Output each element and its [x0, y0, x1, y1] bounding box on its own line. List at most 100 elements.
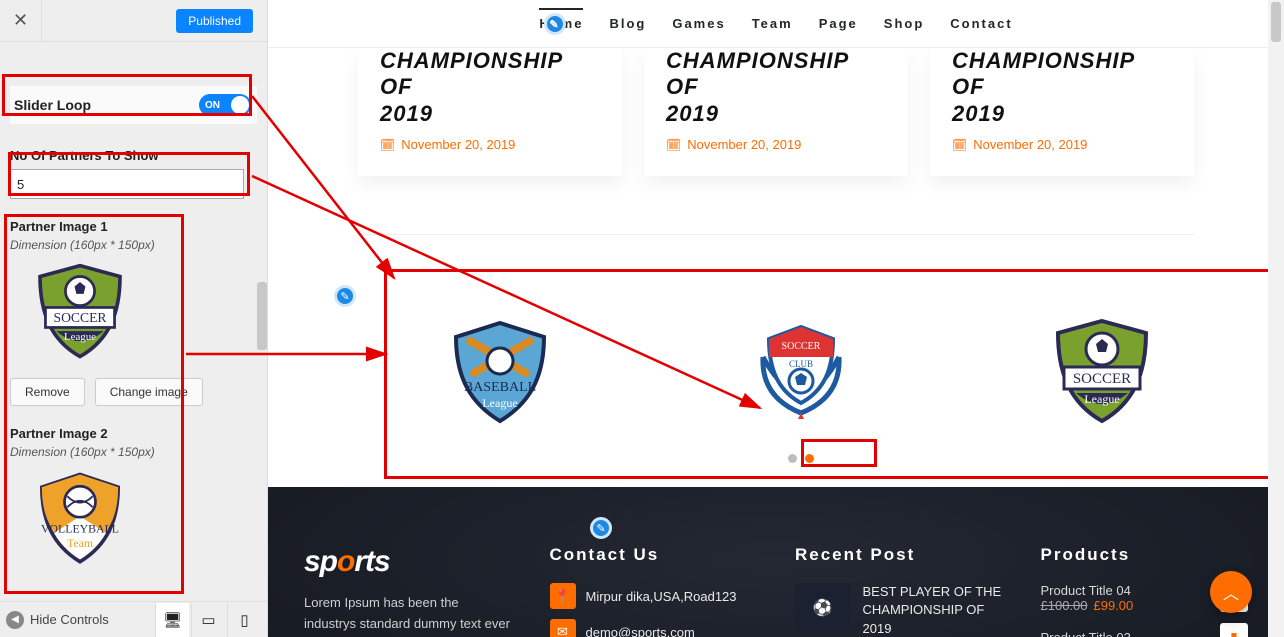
nav-team[interactable]: Team [752, 16, 793, 31]
footer-about-text: Lorem Ipsum has been the industrys stand… [304, 593, 512, 637]
news-cards-row: CHAMPIONSHIP OF2019 🗓November 20, 2019 C… [268, 48, 1284, 206]
slider-dot-1[interactable] [788, 454, 797, 463]
close-customizer-button[interactable]: ✕ [0, 0, 42, 42]
recent-post-thumb: ⚽ [795, 583, 851, 633]
card-title-1b: 2019 [380, 101, 433, 126]
partners-count-input[interactable] [10, 169, 244, 199]
svg-text:BASEBALL: BASEBALL [464, 380, 536, 395]
slider-loop-state: ON [205, 100, 220, 111]
close-icon: ✕ [13, 10, 28, 31]
partner-1-remove-button[interactable]: Remove [10, 378, 85, 406]
edit-footer-button[interactable]: ✎ [590, 517, 612, 539]
sidebar-topbar: ✕ Published [0, 0, 267, 42]
svg-text:SOCCER: SOCCER [782, 341, 821, 352]
partner-1-hint: Dimension (160px * 150px) [10, 238, 257, 252]
pencil-icon: ✎ [549, 18, 560, 31]
chevron-up-icon: ︿ [1223, 580, 1239, 604]
card-title-2b: 2019 [666, 101, 719, 126]
card-date-3: November 20, 2019 [973, 137, 1087, 152]
partner-1-block: Partner Image 1 Dimension (160px * 150px… [10, 219, 257, 406]
slider-loop-toggle[interactable]: ON [199, 94, 251, 116]
recent-post-item[interactable]: ⚽ BEST PLAYER OF THE CHAMPIONSHIP OF 201… [795, 583, 1003, 637]
annotation-box-dots [801, 439, 877, 467]
partner-1-label: Partner Image 1 [10, 219, 257, 234]
slider-loop-row: Slider Loop ON [10, 86, 257, 124]
svg-text:SOCCER: SOCCER [1072, 371, 1130, 387]
sidebar-footer: ◀ Hide Controls 🖥 ▭ ▯ [0, 601, 267, 637]
brand-part-c: rts [354, 545, 389, 578]
nav-page[interactable]: Page [819, 16, 858, 31]
card-title-3: CHAMPIONSHIP OF [952, 48, 1134, 99]
device-tablet-button[interactable]: ▭ [191, 603, 225, 637]
footer-address: 📍 Mirpur dika,USA,Road123 [550, 583, 758, 609]
mail-icon: ✉ [550, 619, 576, 637]
nav-blog[interactable]: Blog [609, 16, 646, 31]
footer-brand: sports [304, 545, 512, 579]
calendar-icon: 🗓 [666, 138, 681, 152]
partner-2-preview[interactable]: VOLLEYBALL Team [10, 459, 150, 579]
footer-recent: Recent Post ⚽ BEST PLAYER OF THE CHAMPIO… [795, 545, 1003, 637]
footer-email[interactable]: ✉ demo@sports.com [550, 619, 758, 637]
partner-2-hint: Dimension (160px * 150px) [10, 445, 257, 459]
card-date-1: November 20, 2019 [401, 137, 515, 152]
pencil-icon: ✎ [596, 522, 605, 535]
svg-text:SOCCER: SOCCER [53, 310, 107, 325]
preview-scrollbar-thumb[interactable] [1271, 2, 1281, 42]
card-title-2: CHAMPIONSHIP OF [666, 48, 848, 99]
edit-nav-button[interactable]: ✎ [544, 13, 566, 35]
svg-text:League: League [483, 396, 518, 410]
svg-text:League: League [1084, 392, 1119, 406]
footer-about: sports Lorem Ipsum has been the industry… [304, 545, 512, 637]
footer-recent-heading: Recent Post [795, 545, 1003, 565]
nav-shop[interactable]: Shop [884, 16, 925, 31]
slider-loop-label: Slider Loop [14, 97, 91, 113]
nav-contact[interactable]: Contact [950, 16, 1012, 31]
sidebar-scrollbar[interactable] [257, 282, 267, 350]
calendar-icon: 🗓 [952, 138, 967, 152]
product-1-new-price: £99.00 [1094, 598, 1134, 613]
recent-post-title: BEST PLAYER OF THE CHAMPIONSHIP OF 2019 [863, 583, 1003, 637]
card-title-3b: 2019 [952, 101, 1005, 126]
footer-address-text: Mirpur dika,USA,Road123 [586, 589, 737, 604]
device-desktop-button[interactable]: 🖥 [155, 603, 189, 637]
svg-text:VOLLEYBALL: VOLLEYBALL [41, 522, 119, 536]
nav-games[interactable]: Games [672, 16, 725, 31]
pin-icon: 📍 [550, 583, 576, 609]
card-title-1: CHAMPIONSHIP OF [380, 48, 562, 99]
news-card[interactable]: CHAMPIONSHIP OF2019 🗓November 20, 2019 [644, 48, 908, 176]
partner-logo-soccer-league-icon: SOCCER League [1042, 317, 1162, 427]
news-card[interactable]: CHAMPIONSHIP OF2019 🗓 November 20, 2019 [358, 48, 622, 176]
product-1-title: Product Title 04 [1041, 583, 1134, 598]
footer-email-text: demo@sports.com [586, 625, 695, 637]
preview-scrollbar[interactable] [1268, 0, 1284, 637]
section-divider [358, 234, 1194, 235]
brand-part-b: o [337, 545, 354, 578]
volleyball-team-icon: VOLLEYBALL Team [25, 469, 135, 569]
product-item-2[interactable]: Product Title 03 ▮ [1041, 623, 1249, 637]
partner-1-change-button[interactable]: Change image [95, 378, 203, 406]
partner-logo-soccer-club-icon: SOCCER CLUB [741, 317, 861, 427]
partner-1-preview[interactable]: SOCCER League [10, 252, 150, 372]
hide-controls-label: Hide Controls [30, 612, 109, 627]
footer-products-heading: Products [1041, 545, 1249, 565]
preview-pane: Home Blog Games Team Page Shop Contact ✎… [268, 0, 1284, 637]
device-mobile-button[interactable]: ▯ [227, 603, 261, 637]
soccer-league-icon: SOCCER League [25, 262, 135, 362]
partners-count-label: No Of Partners To Show [10, 148, 257, 163]
publish-button[interactable]: Published [176, 9, 253, 33]
footer-contact: Contact Us 📍 Mirpur dika,USA,Road123 ✉ d… [550, 545, 758, 637]
svg-text:League: League [64, 331, 96, 343]
partners-slider[interactable]: BASEBALL League SOCCER CLUB [334, 291, 1268, 477]
scroll-to-top-button[interactable]: ︿ [1210, 571, 1252, 613]
collapse-icon: ◀ [6, 611, 24, 629]
partner-2-label: Partner Image 2 [10, 426, 257, 441]
footer-contact-heading: Contact Us [550, 545, 758, 565]
brand-part-a: sp [304, 545, 337, 578]
news-card[interactable]: CHAMPIONSHIP OF2019 🗓 November 20, 2019 [930, 48, 1194, 176]
partner-logo-baseball-icon: BASEBALL League [440, 317, 560, 427]
hide-controls-button[interactable]: ◀ Hide Controls [0, 611, 109, 629]
partner-2-block: Partner Image 2 Dimension (160px * 150px… [10, 426, 257, 579]
product-1-old-price: £100.00 [1041, 598, 1088, 613]
calendar-icon: 🗓 [380, 138, 395, 152]
svg-text:Team: Team [67, 536, 93, 550]
